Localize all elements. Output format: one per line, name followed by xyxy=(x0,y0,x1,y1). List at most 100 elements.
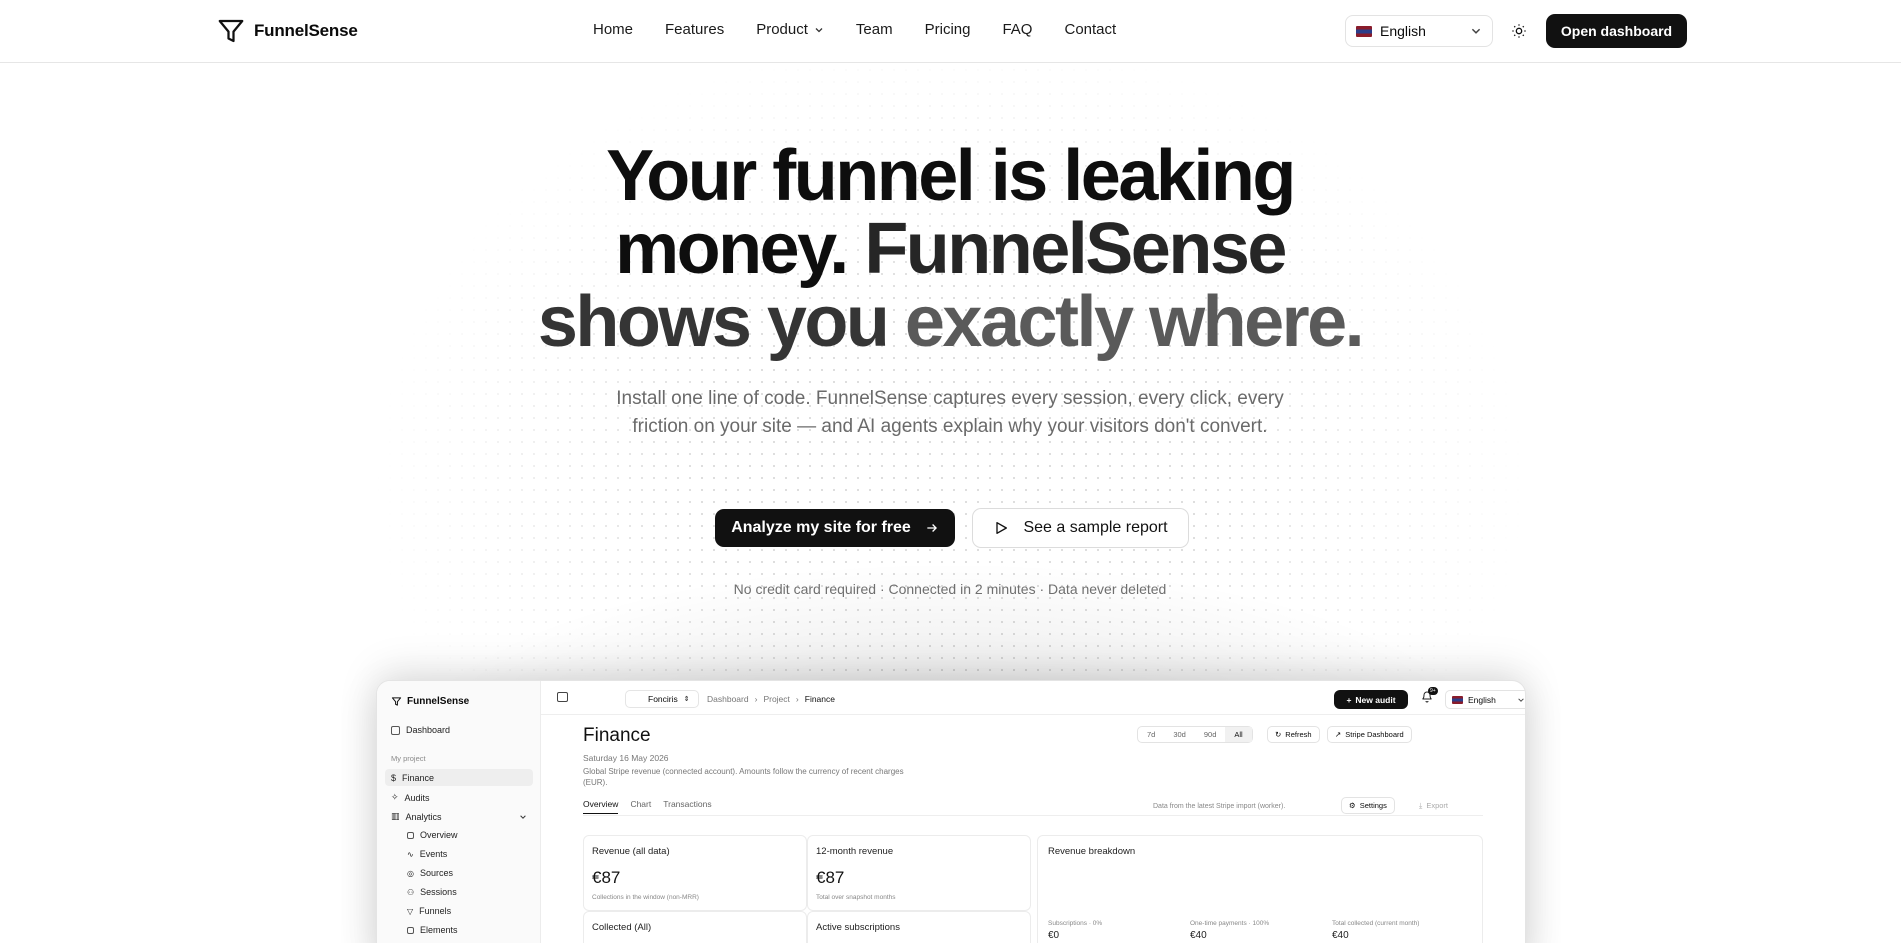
settings-label: Settings xyxy=(1359,801,1387,810)
hero-line-3b: exactly where. xyxy=(887,282,1365,362)
external-link-icon: ↗ xyxy=(1335,730,1342,739)
card-label: Collected (All) xyxy=(592,922,652,933)
project-select[interactable]: Fonciris ⇕ xyxy=(625,690,699,708)
card-active-subscriptions: Active subscriptions xyxy=(807,911,1031,943)
sample-report-button[interactable]: See a sample report xyxy=(972,508,1189,548)
crumb-project[interactable]: Project xyxy=(763,694,789,704)
sidebar-item-analytics[interactable]: ▥ Analytics xyxy=(391,811,527,822)
sidebar-sub-events[interactable]: ∿ Events xyxy=(407,849,447,859)
sidebar-sub-label: Events xyxy=(419,849,448,859)
new-audit-button[interactable]: + New audit xyxy=(1334,690,1408,709)
nav-product-label: Product xyxy=(756,21,808,38)
crumb-finance: Finance xyxy=(804,694,835,704)
page-tabs: Overview Chart Transactions xyxy=(583,799,712,814)
sample-report-label: See a sample report xyxy=(1023,519,1168,536)
dashboard-preview: FunnelSense Dashboard My project $ Finan… xyxy=(376,680,1526,943)
open-dashboard-button[interactable]: Open dashboard xyxy=(1546,14,1687,48)
chevron-right-icon: › xyxy=(754,694,758,704)
preview-topbar: Fonciris ⇕ Dashboard › Project › Finance… xyxy=(541,681,1525,715)
preview-sidebar: FunnelSense Dashboard My project $ Finan… xyxy=(377,681,541,943)
nav-faq[interactable]: FAQ xyxy=(1002,21,1032,38)
tab-divider xyxy=(583,815,1483,816)
crumb-dashboard[interactable]: Dashboard xyxy=(707,694,749,704)
breakdown-onetime-label: One-time payments · 100% xyxy=(1190,920,1270,927)
sidebar-sub-label: Overview xyxy=(420,830,458,840)
nav-pricing[interactable]: Pricing xyxy=(925,21,971,38)
range-30d[interactable]: 30d xyxy=(1164,727,1195,742)
nav-features[interactable]: Features xyxy=(665,21,724,38)
sidebar-sub-sources[interactable]: ◎ Sources xyxy=(407,868,453,878)
sidebar-item-label: Dashboard xyxy=(406,725,451,735)
sidebar-sub-label: Funnels xyxy=(419,906,452,916)
sidebar-sub-label: Sources xyxy=(419,868,454,878)
sidebar-sub-sessions[interactable]: ⚇ Sessions xyxy=(407,887,457,897)
sidebar-sub-overview[interactable]: Overview xyxy=(407,830,458,840)
sidebar-item-dashboard[interactable]: Dashboard xyxy=(391,725,450,735)
sidebar-item-label: Analytics xyxy=(405,811,442,822)
page-date: Saturday 16 May 2026 xyxy=(583,753,669,763)
card-revenue-12m: 12-month revenue €87 Total over snapshot… xyxy=(807,835,1031,911)
breadcrumb: Dashboard › Project › Finance xyxy=(707,694,835,704)
flag-icon xyxy=(1452,695,1463,704)
export-button[interactable]: ⤓ Export xyxy=(1411,797,1456,814)
card-revenue-breakdown: Revenue breakdown Subscriptions · 0% €0 … xyxy=(1037,835,1483,943)
breakdown-subscriptions-label: Subscriptions · 0% xyxy=(1048,920,1103,927)
plus-icon: + xyxy=(1346,694,1352,705)
tab-chart[interactable]: Chart xyxy=(630,799,651,814)
settings-button[interactable]: ⚙ Settings xyxy=(1341,797,1395,814)
hero-line-2a: money. xyxy=(615,209,849,289)
breakdown-total-label: Total collected (current month) xyxy=(1332,920,1420,927)
card-label: Active subscriptions xyxy=(816,922,900,933)
language-label: English xyxy=(1380,23,1426,39)
card-collected: Collected (All) xyxy=(583,911,807,943)
sidebar-item-audits[interactable]: ✧ Audits xyxy=(391,792,430,803)
refresh-icon: ↻ xyxy=(1275,730,1282,739)
nav-contact[interactable]: Contact xyxy=(1064,21,1116,38)
preview-language-select[interactable]: English xyxy=(1445,690,1525,709)
tab-overview[interactable]: Overview xyxy=(583,799,619,814)
nav-team[interactable]: Team xyxy=(856,21,893,38)
globe-icon: ◎ xyxy=(407,868,414,878)
breakdown-onetime-value: €40 xyxy=(1190,930,1207,941)
export-label: Export xyxy=(1426,801,1449,810)
hero-fineprint: No credit card required · Connected in 2… xyxy=(733,581,1167,597)
language-select[interactable]: English xyxy=(1345,15,1493,47)
range-7d[interactable]: 7d xyxy=(1138,727,1164,742)
sidebar-item-label: Finance xyxy=(402,773,435,783)
activity-icon: ∿ xyxy=(407,849,414,859)
sidebar-sub-label: Elements xyxy=(420,925,458,935)
card-label: Revenue breakdown xyxy=(1048,846,1136,857)
hero-subtitle: Install one line of code. FunnelSense ca… xyxy=(616,388,1284,437)
sidebar-toggle-icon[interactable] xyxy=(557,692,568,702)
brand-logo[interactable]: FunnelSense xyxy=(216,16,358,46)
breakdown-subscriptions-value: €0 xyxy=(1048,930,1060,941)
preview-brand-name: FunnelSense xyxy=(407,696,470,707)
range-selector: 7d 30d 90d All xyxy=(1137,726,1253,743)
refresh-label: Refresh xyxy=(1285,730,1312,739)
sidebar-sub-funnels[interactable]: ▽ Funnels xyxy=(407,906,451,916)
analyze-site-button[interactable]: Analyze my site for free xyxy=(715,509,955,547)
chevron-right-icon: › xyxy=(795,694,799,704)
hero-line-1: Your funnel is leaking xyxy=(450,140,1450,213)
nav-product[interactable]: Product xyxy=(756,21,824,38)
funnel-logo-icon xyxy=(391,697,402,706)
nav-home[interactable]: Home xyxy=(593,21,633,38)
range-90d[interactable]: 90d xyxy=(1195,727,1226,742)
card-caption: Total over snapshot months xyxy=(816,894,896,901)
arrow-right-icon xyxy=(927,524,937,532)
theme-toggle[interactable] xyxy=(1508,20,1530,42)
sidebar-sub-elements[interactable]: Elements xyxy=(407,925,458,935)
chevron-down-icon xyxy=(1518,697,1524,702)
preview-brand: FunnelSense xyxy=(391,696,469,707)
range-all[interactable]: All xyxy=(1225,727,1252,742)
sliders-icon: ⚙ xyxy=(1349,801,1356,810)
refresh-button[interactable]: ↻ Refresh xyxy=(1267,726,1320,743)
tab-transactions[interactable]: Transactions xyxy=(663,799,711,814)
stripe-dashboard-button[interactable]: ↗ Stripe Dashboard xyxy=(1327,726,1412,743)
sidebar-item-finance[interactable]: $ Finance xyxy=(391,773,434,783)
breakdown-total-value: €40 xyxy=(1332,930,1349,941)
nav-links: Home Features Product Team Pricing FAQ C… xyxy=(593,21,1116,38)
hero-line-3a: shows you xyxy=(537,282,890,362)
sidebar-sub-label: Sessions xyxy=(420,887,457,897)
data-source-note: Data from the latest Stripe import (work… xyxy=(1153,803,1286,810)
